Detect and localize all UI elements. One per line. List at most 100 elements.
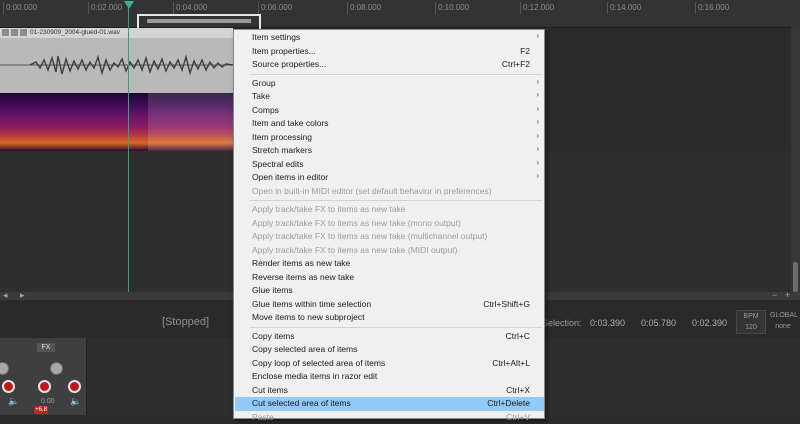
menu-item[interactable]: Spectral edits › bbox=[235, 158, 544, 172]
item-name: 01-230909_2004-glued-01.wav bbox=[30, 29, 120, 36]
menu-item-label: Copy items bbox=[252, 331, 295, 341]
menu-item[interactable]: Source properties...Ctrl+F2 bbox=[235, 58, 544, 72]
item-fx-icon[interactable] bbox=[11, 29, 18, 36]
menu-item[interactable]: Open items in editor › bbox=[235, 171, 544, 185]
menu-item[interactable]: Move items to new subproject bbox=[235, 311, 544, 325]
ruler-tick-label: 0:04.000 bbox=[176, 3, 207, 12]
submenu-arrow-icon: › bbox=[536, 171, 539, 180]
menu-separator bbox=[250, 74, 542, 75]
record-arm-icon[interactable] bbox=[38, 380, 51, 393]
menu-item-label: Take bbox=[252, 91, 270, 101]
pan-knob[interactable] bbox=[50, 362, 63, 375]
menu-item[interactable]: Item settings› bbox=[235, 31, 544, 45]
menu-item-label: Spectral edits bbox=[252, 159, 304, 169]
ruler-tick bbox=[607, 2, 608, 14]
menu-item[interactable]: Render items as new take bbox=[235, 257, 544, 271]
menu-item[interactable]: Glue items within time selectionCtrl+Shi… bbox=[235, 298, 544, 312]
item-lock-icon[interactable] bbox=[2, 29, 9, 36]
menu-item-label: Cut selected area of items bbox=[252, 398, 351, 408]
menu-item[interactable]: Comps› bbox=[235, 104, 544, 118]
menu-item[interactable]: Group› bbox=[235, 77, 544, 91]
menu-item[interactable]: Copy loop of selected area of itemsCtrl+… bbox=[235, 357, 544, 371]
menu-item: Apply track/take FX to items as new take bbox=[235, 203, 544, 217]
submenu-arrow-icon: › bbox=[536, 90, 539, 99]
menu-item: Apply track/take FX to items as new take… bbox=[235, 244, 544, 258]
menu-item[interactable]: Take › bbox=[235, 90, 544, 104]
ruler-tick-label: 0:16.000 bbox=[698, 3, 729, 12]
zoom-out-icon[interactable]: − bbox=[772, 290, 777, 300]
menu-item-shortcut: Ctrl+Alt+L bbox=[492, 358, 530, 368]
submenu-arrow-icon: › bbox=[536, 31, 539, 40]
time-signature-field[interactable]: GLOBAL none bbox=[770, 310, 796, 334]
ruler-tick-label: 0:14.000 bbox=[610, 3, 641, 12]
bpm-value: 120 bbox=[737, 322, 765, 333]
record-arm-icon[interactable] bbox=[68, 380, 81, 393]
ruler-tick bbox=[88, 2, 89, 14]
menu-item[interactable]: Item and take colors› bbox=[235, 117, 544, 131]
menu-item-label: Enclose media items in razor edit bbox=[252, 371, 377, 381]
ruler-tick-label: 0:00.000 bbox=[6, 3, 37, 12]
menu-item[interactable]: Stretch markers › bbox=[235, 144, 544, 158]
bpm-field[interactable]: BPM 120 bbox=[736, 310, 766, 334]
zoom-in-icon[interactable]: + bbox=[785, 290, 790, 300]
ruler-tick bbox=[3, 2, 4, 14]
ruler-tick-label: 0:02.000 bbox=[91, 3, 122, 12]
menu-item-label: Glue items bbox=[252, 285, 293, 295]
vertical-scrollbar[interactable] bbox=[791, 27, 800, 297]
ruler-tick bbox=[258, 2, 259, 14]
menu-item[interactable]: Copy selected area of items bbox=[235, 343, 544, 357]
menu-item-label: Apply track/take FX to items as new take bbox=[252, 204, 406, 214]
menu-item[interactable]: Cut selected area of itemsCtrl+Delete bbox=[235, 397, 544, 411]
menu-item-label: Paste bbox=[252, 412, 274, 422]
menu-item-label: Glue items within time selection bbox=[252, 299, 371, 309]
submenu-arrow-icon: › bbox=[536, 131, 539, 140]
ruler-tick bbox=[520, 2, 521, 14]
record-arm-icon[interactable] bbox=[2, 380, 15, 393]
menu-item-label: Open items in editor bbox=[252, 172, 328, 182]
submenu-arrow-icon: › bbox=[536, 158, 539, 167]
menu-item: Paste Ctrl+V bbox=[235, 411, 544, 424]
menu-item[interactable]: Glue items bbox=[235, 284, 544, 298]
ruler-tick-label: 0:08.000 bbox=[350, 3, 381, 12]
peak-meter: +6.8 bbox=[34, 406, 48, 414]
selection-length[interactable]: 0:02.390 bbox=[692, 318, 727, 328]
mixer-strip-track[interactable]: FX 0.00 +6.8 🔈 bbox=[30, 338, 87, 415]
ruler-tick-label: 0:12.000 bbox=[523, 3, 554, 12]
menu-item-shortcut: F2 bbox=[520, 46, 530, 56]
timeline-ruler[interactable]: 0:00.000 0:02.000 0:04.000 0:06.000 0:08… bbox=[0, 0, 800, 28]
selection-label: Selection: bbox=[542, 318, 582, 328]
selection-end[interactable]: 0:05.780 bbox=[641, 318, 676, 328]
menu-item[interactable]: Reverse items as new take bbox=[235, 271, 544, 285]
selection-start[interactable]: 0:03.390 bbox=[590, 318, 625, 328]
speaker-icon[interactable]: 🔈 bbox=[8, 396, 19, 407]
menu-item[interactable]: Item processing› bbox=[235, 131, 544, 145]
item-take-icon[interactable] bbox=[20, 29, 27, 36]
menu-item[interactable]: Cut itemsCtrl+X bbox=[235, 384, 544, 398]
playhead-line bbox=[128, 8, 129, 298]
scrollbar-thumb[interactable] bbox=[793, 262, 798, 292]
menu-item: Apply track/take FX to items as new take… bbox=[235, 230, 544, 244]
menu-item-label: Group bbox=[252, 78, 276, 88]
menu-separator bbox=[250, 200, 542, 201]
menu-item[interactable]: Copy items Ctrl+C bbox=[235, 330, 544, 344]
playhead-marker-icon[interactable] bbox=[124, 1, 134, 9]
fx-button[interactable]: FX bbox=[37, 343, 55, 352]
ruler-tick bbox=[347, 2, 348, 14]
submenu-arrow-icon: › bbox=[536, 144, 539, 153]
menu-item-shortcut: Ctrl+C bbox=[506, 331, 530, 341]
mixer-strip-master[interactable]: 🔈 bbox=[0, 338, 31, 415]
menu-item[interactable]: Item properties...F2 bbox=[235, 45, 544, 59]
menu-item-label: Copy selected area of items bbox=[252, 344, 357, 354]
speaker-icon[interactable]: 🔈 bbox=[70, 396, 81, 407]
menu-item-label: Stretch markers bbox=[252, 145, 312, 155]
volume-readout: 0.00 bbox=[41, 398, 55, 405]
menu-item[interactable]: Enclose media items in razor edit bbox=[235, 370, 544, 384]
menu-item-label: Apply track/take FX to items as new take… bbox=[252, 245, 458, 255]
menu-item-shortcut: Ctrl+V bbox=[506, 412, 530, 422]
menu-item-label: Apply track/take FX to items as new take… bbox=[252, 218, 461, 228]
ruler-tick bbox=[173, 2, 174, 14]
pan-knob[interactable] bbox=[0, 362, 9, 375]
menu-item-label: Item and take colors bbox=[252, 118, 329, 128]
item-header[interactable]: 01-230909_2004-glued-01.wav bbox=[0, 28, 233, 38]
media-item[interactable]: 01-230909_2004-glued-01.wav bbox=[0, 28, 233, 151]
